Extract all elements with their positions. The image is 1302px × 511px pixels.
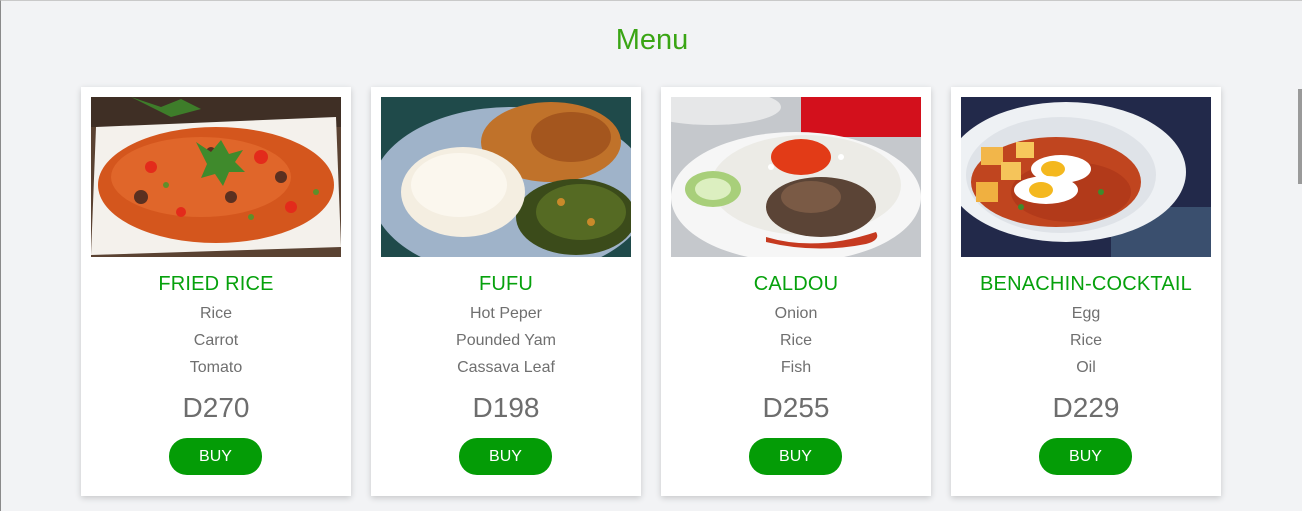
ingredient-list: Onion Rice Fish (661, 304, 931, 385)
menu-card-fufu: FUFU Hot Peper Pounded Yam Cassava Leaf … (371, 87, 641, 496)
scrollbar-thumb[interactable] (1298, 89, 1302, 184)
fried-rice-photo (91, 97, 341, 257)
ingredient: Oil (1076, 359, 1096, 376)
ingredient: Pounded Yam (456, 332, 556, 349)
ingredient-list: Rice Carrot Tomato (81, 304, 351, 385)
ingredient: Tomato (189, 359, 243, 376)
dish-name: FRIED RICE (158, 273, 274, 295)
ingredient: Cassava Leaf (457, 359, 555, 376)
buy-button[interactable]: BUY (1039, 438, 1132, 475)
price: D198 (472, 392, 540, 423)
buy-button[interactable]: BUY (169, 438, 262, 475)
ingredient: Fish (780, 359, 812, 376)
ingredient: Rice (779, 332, 812, 349)
buy-button[interactable]: BUY (459, 438, 552, 475)
ingredient: Rice (199, 305, 232, 322)
ingredient: Carrot (193, 332, 239, 349)
ingredient-list: Hot Peper Pounded Yam Cassava Leaf (371, 304, 641, 385)
buy-button[interactable]: BUY (749, 438, 842, 475)
price: D270 (182, 392, 250, 423)
dish-name: FUFU (478, 273, 534, 295)
ingredient: Hot Peper (469, 305, 543, 322)
ingredient-list: Egg Rice Oil (951, 304, 1221, 385)
ingredient: Egg (1071, 305, 1101, 322)
benachin-cocktail-photo (961, 97, 1211, 257)
menu-card-benachin-cocktail: BENACHIN-COCKTAIL Egg Rice Oil D229 BUY (951, 87, 1221, 496)
dish-name: BENACHIN-COCKTAIL (980, 273, 1192, 295)
price: D255 (762, 392, 830, 423)
ingredient: Onion (774, 305, 818, 322)
menu-card-fried-rice: FRIED RICE Rice Carrot Tomato D270 BUY (81, 87, 351, 496)
dish-name: CALDOU (753, 273, 839, 295)
price: D229 (1052, 392, 1120, 423)
fufu-photo (381, 97, 631, 257)
ingredient: Rice (1069, 332, 1102, 349)
page-title: Menu (615, 24, 689, 56)
menu-card-caldou: CALDOU Onion Rice Fish D255 BUY (661, 87, 931, 496)
caldou-photo (671, 97, 921, 257)
